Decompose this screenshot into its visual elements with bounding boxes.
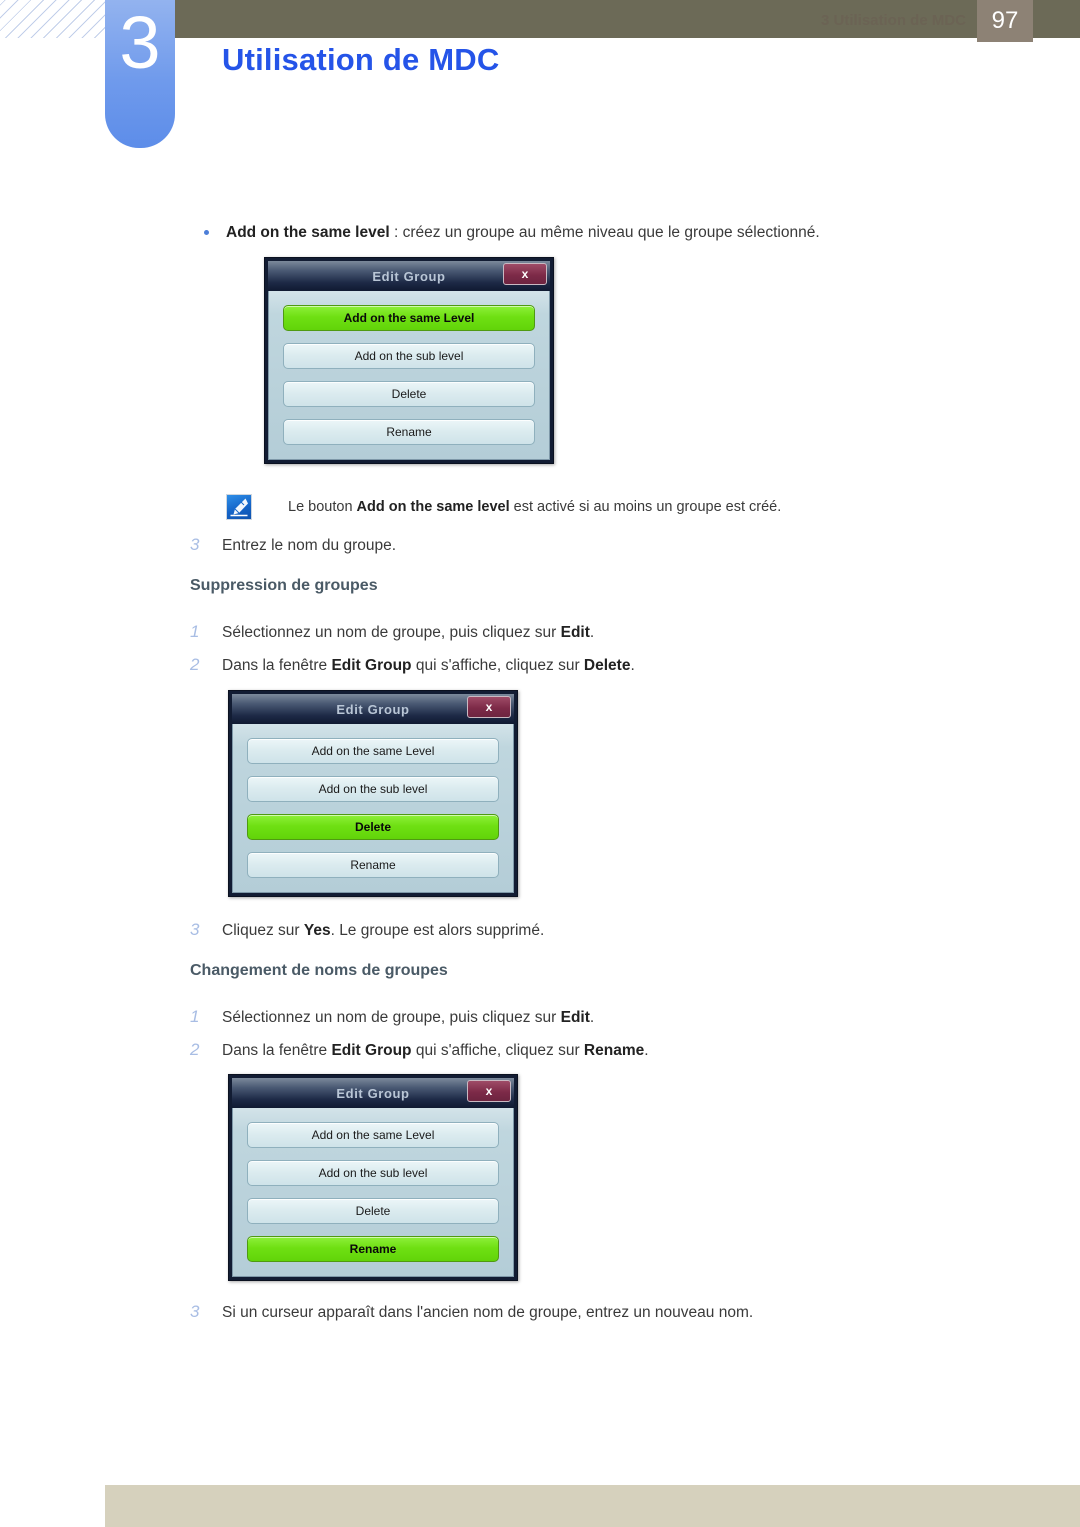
step-bold-2: Delete — [583, 657, 631, 674]
step-enter-group-name: 3 Entrez le nom du groupe. — [190, 533, 1020, 557]
suppression-step-1: 1 Sélectionnez un nom de groupe, puis cli… — [190, 620, 1020, 644]
section-heading-suppression: Suppression de groupes — [190, 577, 378, 594]
step-pre: Dans la fenêtre — [222, 1042, 332, 1059]
step-number: 3 — [190, 535, 200, 554]
bullet-dot-icon — [204, 230, 209, 235]
footer-chapter-label: 3 Utilisation de MDC — [820, 12, 966, 29]
step-text: Sélectionnez un nom de groupe, puis cliq… — [222, 624, 594, 641]
close-icon[interactable]: x — [467, 696, 511, 718]
changement-step-3: 3 Si un curseur apparaît dans l'ancien no… — [190, 1300, 1020, 1324]
dialog-title: Edit Group — [336, 1085, 410, 1101]
step-bold: Edit Group — [331, 657, 412, 674]
step-number: 2 — [190, 655, 200, 674]
header-hatch-decoration — [0, 0, 108, 38]
dialog-body: Add on the same Level Add on the sub lev… — [232, 1108, 514, 1277]
step-pre: Sélectionnez un nom de groupe, puis cliq… — [222, 624, 561, 641]
edit-group-dialog-1[interactable]: Edit Group x Add on the same Level Add o… — [264, 257, 554, 464]
section-heading-changement: Changement de noms de groupes — [190, 962, 448, 979]
dialog-title: Edit Group — [372, 268, 446, 284]
bullet-rest: : créez un groupe au même niveau que le … — [389, 224, 820, 241]
rename-button[interactable]: Rename — [247, 1236, 499, 1262]
step-text: Dans la fenêtre Edit Group qui s'affiche… — [222, 657, 635, 674]
dialog-titlebar: Edit Group x — [232, 694, 514, 724]
step-post: qui s'affiche, cliquez sur — [411, 1042, 584, 1059]
dialog-body: Add on the same Level Add on the sub lev… — [232, 724, 514, 893]
delete-button[interactable]: Delete — [247, 1198, 499, 1224]
step-text: Entrez le nom du groupe. — [222, 537, 397, 554]
note-post: est activé si au moins un groupe est cré… — [509, 499, 782, 515]
step-bold-2: Rename — [583, 1042, 645, 1059]
close-icon[interactable]: x — [467, 1080, 511, 1102]
step-bold: Yes — [303, 922, 331, 939]
changement-step-1: 1 Sélectionnez un nom de groupe, puis cli… — [190, 1005, 1020, 1029]
step-post-2: . — [630, 657, 635, 674]
step-number: 1 — [190, 622, 200, 641]
step-post: . Le groupe est alors supprimé. — [330, 922, 545, 939]
step-number: 3 — [190, 1302, 200, 1321]
suppression-step-3: 3 Cliquez sur Yes. Le groupe est alors su… — [190, 918, 1020, 942]
dialog-titlebar: Edit Group x — [232, 1078, 514, 1108]
note-text: Le bouton Add on the same level est acti… — [288, 494, 781, 517]
dialog-title: Edit Group — [336, 701, 410, 717]
step-pre: Sélectionnez un nom de groupe, puis cliq… — [222, 1009, 561, 1026]
chapter-tab: 3 — [105, 0, 175, 148]
note-bold: Add on the same level — [356, 499, 510, 515]
delete-button[interactable]: Delete — [283, 381, 535, 407]
step-post: . — [589, 1009, 595, 1026]
bullet-add-on-same-level: Add on the same level : créez un groupe … — [204, 222, 1026, 244]
step-number: 2 — [190, 1040, 200, 1059]
add-on-same-level-button[interactable]: Add on the same Level — [283, 305, 535, 331]
step-pre: Cliquez sur — [222, 922, 304, 939]
dialog-titlebar: Edit Group x — [268, 261, 550, 291]
step-post: . — [589, 624, 595, 641]
close-icon[interactable]: x — [503, 263, 547, 285]
add-on-same-level-button[interactable]: Add on the same Level — [247, 1122, 499, 1148]
step-text: Si un curseur apparaît dans l'ancien nom… — [222, 1304, 754, 1321]
bullet-term: Add on the same level — [226, 224, 390, 241]
step-bold: Edit — [560, 1009, 590, 1026]
step-pre: Dans la fenêtre — [222, 657, 332, 674]
step-bold: Edit — [560, 624, 590, 641]
edit-group-dialog-3[interactable]: Edit Group x Add on the same Level Add o… — [228, 1074, 518, 1281]
step-post-2: . — [644, 1042, 649, 1059]
step-number: 1 — [190, 1007, 200, 1026]
add-on-sub-level-button[interactable]: Add on the sub level — [283, 343, 535, 369]
step-number: 3 — [190, 920, 200, 939]
add-on-sub-level-button[interactable]: Add on the sub level — [247, 1160, 499, 1186]
delete-button[interactable]: Delete — [247, 814, 499, 840]
step-text: Cliquez sur Yes. Le groupe est alors sup… — [222, 922, 544, 939]
add-on-sub-level-button[interactable]: Add on the sub level — [247, 776, 499, 802]
footer-bar — [105, 1485, 1080, 1527]
step-bold: Edit Group — [331, 1042, 412, 1059]
page-number: 97 — [977, 0, 1033, 42]
add-on-same-level-button[interactable]: Add on the same Level — [247, 738, 499, 764]
page-title: Utilisation de MDC — [222, 42, 500, 77]
suppression-step-2: 2 Dans la fenêtre Edit Group qui s'affich… — [190, 653, 1020, 677]
step-text: Dans la fenêtre Edit Group qui s'affiche… — [222, 1042, 649, 1059]
note-callout: Le bouton Add on the same level est acti… — [226, 494, 1026, 520]
edit-group-dialog-2[interactable]: Edit Group x Add on the same Level Add o… — [228, 690, 518, 897]
rename-button[interactable]: Rename — [247, 852, 499, 878]
chapter-number: 3 — [119, 1, 161, 84]
dialog-body: Add on the same Level Add on the sub lev… — [268, 291, 550, 460]
rename-button[interactable]: Rename — [283, 419, 535, 445]
step-post: qui s'affiche, cliquez sur — [411, 657, 584, 674]
note-pre: Le bouton — [288, 499, 357, 515]
changement-step-2: 2 Dans la fenêtre Edit Group qui s'affich… — [190, 1038, 1020, 1062]
step-text: Sélectionnez un nom de groupe, puis cliq… — [222, 1009, 594, 1026]
note-pen-icon — [226, 494, 252, 520]
